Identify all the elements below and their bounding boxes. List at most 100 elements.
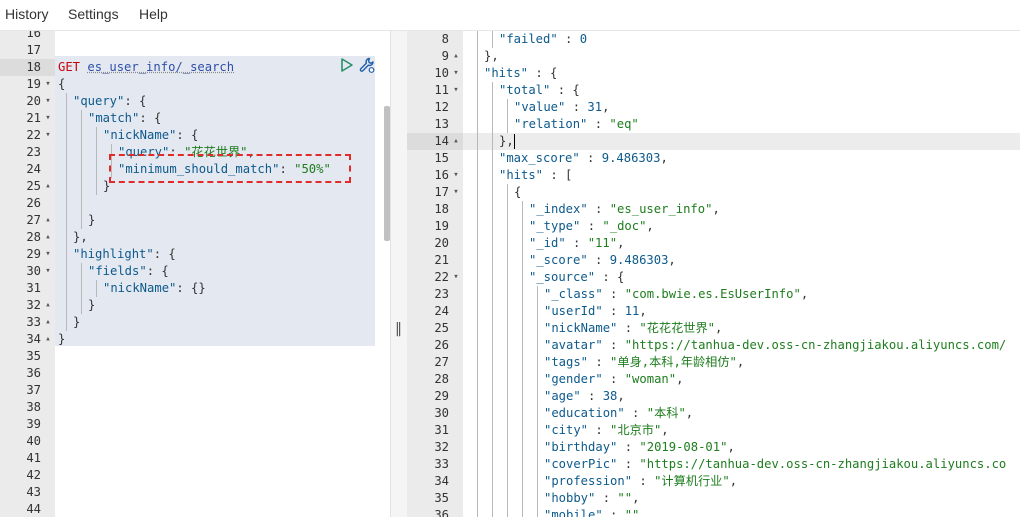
fold-open-icon[interactable]: ▾	[451, 184, 461, 201]
request-line: 35	[0, 348, 390, 365]
token-str: ""	[624, 508, 640, 517]
play-icon[interactable]	[340, 57, 354, 76]
line-number-cell: 29 ▾	[0, 246, 55, 263]
indent-guide	[492, 184, 493, 201]
token-pun: ,	[729, 474, 738, 488]
fold-open-icon[interactable]: ▾	[451, 167, 461, 184]
response-line: 28 "gender" : "woman",	[407, 371, 1020, 388]
fold-close-icon[interactable]: ▴	[451, 48, 461, 65]
token-pun: ,	[685, 406, 694, 420]
code-text: "_source" : {	[529, 269, 624, 286]
indent-guide	[477, 473, 478, 490]
line-number: 26	[434, 338, 449, 352]
line-number-cell: 16	[0, 31, 55, 42]
indent-guide	[66, 195, 67, 212]
fold-close-icon[interactable]: ▴	[43, 314, 53, 331]
indent-guide	[522, 439, 523, 456]
indent-guide	[66, 110, 67, 127]
token-pun: }	[88, 298, 96, 312]
indent-guide	[522, 456, 523, 473]
fold-open-icon[interactable]: ▾	[451, 82, 461, 99]
indent-guide	[522, 235, 523, 252]
line-number: 16	[26, 31, 41, 40]
fold-open-icon[interactable]: ▾	[43, 127, 53, 144]
indent-guide	[507, 184, 508, 201]
fold-close-icon[interactable]: ▴	[451, 133, 461, 150]
indent-guide	[522, 286, 523, 303]
indent-guide	[537, 371, 538, 388]
fold-close-icon[interactable]: ▴	[43, 178, 53, 195]
fold-open-icon[interactable]: ▾	[43, 110, 53, 127]
indent-guide	[492, 252, 493, 269]
code-text: "match": {	[88, 110, 161, 127]
fold-close-icon[interactable]: ▴	[43, 212, 53, 229]
indent-guide	[477, 116, 478, 133]
token-pun: :	[602, 338, 625, 352]
menu-history[interactable]: History	[5, 6, 49, 22]
request-line: 42	[0, 467, 390, 484]
wrench-icon[interactable]	[358, 56, 376, 77]
request-line: 27 ▴}	[0, 212, 390, 229]
line-number: 34	[434, 474, 449, 488]
token-pun: ,	[715, 321, 723, 335]
response-viewer[interactable]: 8 "failed" : 0 9 ▴}, 10 ▾ "hits" : {11 ▾ "total"…	[407, 31, 1020, 517]
indent-guide	[66, 161, 67, 178]
indent-guide	[492, 456, 493, 473]
request-line: 37	[0, 382, 390, 399]
response-line: 32 "birthday" : "2019-08-01",	[407, 439, 1020, 456]
indent-guide	[507, 456, 508, 473]
indent-guide	[66, 246, 67, 263]
request-editor[interactable]: 16 17 18 GET es_user_info/_search 19 ▾{20 ▾ "qu…	[0, 31, 390, 517]
line-number-cell: 9 ▴	[407, 48, 463, 65]
indent-guide	[81, 127, 82, 144]
token-key: "max_score"	[499, 151, 580, 165]
line-number-cell: 36	[407, 507, 463, 517]
indent-guide	[492, 354, 493, 371]
request-line: 26	[0, 195, 390, 212]
fold-close-icon[interactable]: ▴	[43, 229, 53, 246]
token-key: "nickName"	[544, 321, 618, 335]
indent-guide	[507, 201, 508, 218]
code-text: "hits" : {	[484, 65, 557, 82]
indent-guide	[492, 133, 493, 150]
menu-settings[interactable]: Settings	[68, 6, 119, 22]
line-number-cell: 42	[0, 467, 55, 484]
token-key: "hits"	[499, 168, 544, 182]
code-text: },	[499, 133, 514, 150]
fold-open-icon[interactable]: ▾	[451, 65, 461, 82]
indent-guide	[66, 263, 67, 280]
token-pun: ,	[712, 202, 720, 216]
request-line: 30 ▾ "fields": {	[0, 263, 390, 280]
token-pun: : {	[595, 270, 625, 284]
token-key: "_source"	[529, 270, 596, 284]
indent-guide	[507, 422, 508, 439]
fold-close-icon[interactable]: ▴	[43, 297, 53, 314]
code-text: "fields": {	[88, 263, 169, 280]
line-number: 12	[434, 100, 449, 114]
token-key: "_type"	[529, 219, 581, 233]
line-number-cell: 20	[407, 235, 463, 252]
indent-guide	[507, 371, 508, 388]
token-str: "花花花世界"	[639, 321, 716, 335]
indent-guide	[81, 297, 82, 314]
line-number: 31	[434, 423, 449, 437]
code-text: "query": {	[73, 93, 146, 110]
code-text: "relation" : "eq"	[514, 116, 639, 133]
token-pun: :	[580, 389, 603, 403]
indent-guide	[522, 473, 523, 490]
indent-guide	[492, 371, 493, 388]
fold-open-icon[interactable]: ▾	[43, 263, 53, 280]
token-num: 38	[602, 389, 618, 403]
menu-help[interactable]: Help	[139, 6, 168, 22]
fold-open-icon[interactable]: ▾	[43, 76, 53, 93]
token-pun: :	[565, 236, 588, 250]
fold-close-icon[interactable]: ▴	[43, 331, 53, 348]
fold-open-icon[interactable]: ▾	[43, 93, 53, 110]
indent-guide	[477, 456, 478, 473]
request-line: 33 ▴}	[0, 314, 390, 331]
token-pun: :	[588, 355, 611, 369]
drag-handle-icon[interactable]: ‖	[395, 321, 402, 337]
fold-open-icon[interactable]: ▾	[43, 246, 53, 263]
fold-open-icon[interactable]: ▾	[451, 269, 461, 286]
line-number-cell: 29	[407, 388, 463, 405]
